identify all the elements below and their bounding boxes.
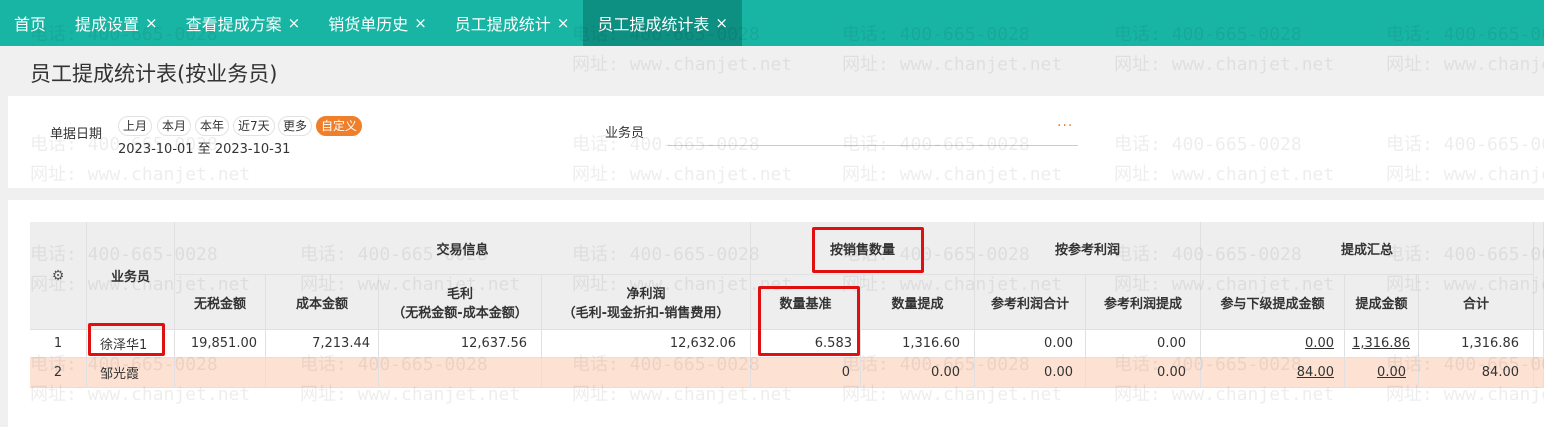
header-ref-profit-total[interactable]: 参考利润合计 bbox=[975, 275, 1086, 330]
tab-bar: 首页 提成设置 × 查看提成方案 × 销货单历史 × 员工提成统计 × 员工提成统计表 × bbox=[0, 0, 1544, 46]
watermark-site: 网址: www.chanjet.net bbox=[1386, 54, 1544, 75]
header-total[interactable]: 合计 bbox=[1419, 275, 1534, 330]
salesperson-label: 业务员 bbox=[605, 126, 645, 141]
tab-label: 销货单历史 bbox=[328, 15, 409, 34]
row-sub-commission-link[interactable]: 0.00 bbox=[1201, 330, 1345, 358]
row-commission-amount-link[interactable]: 1,316.86 bbox=[1345, 330, 1419, 358]
page-title: 员工提成统计表(按业务员) bbox=[30, 62, 278, 86]
close-icon[interactable]: × bbox=[715, 15, 728, 31]
header-untaxed-amount[interactable]: 无税金额 bbox=[175, 275, 266, 330]
header-group-row: ⚙ 业务员 交易信息 按销售数量 按参考利润 提成汇总 bbox=[30, 222, 1544, 330]
row-total: 84.00 bbox=[1419, 358, 1534, 388]
row-ref-profit-commission: 0.00 bbox=[1086, 330, 1201, 358]
header-ref-profit-commission[interactable]: 参考利润提成 bbox=[1086, 275, 1201, 330]
header-gross-profit[interactable]: 毛利 （无税金额-成本金额） bbox=[379, 275, 542, 330]
row-filler bbox=[1534, 358, 1544, 388]
table-row[interactable]: 2 邹光霞 0 0.00 0.00 0.00 84.00 0.00 84.00 bbox=[30, 358, 1544, 388]
row-gross-profit: 12,637.56 bbox=[379, 330, 542, 358]
row-ref-profit-commission: 0.00 bbox=[1086, 358, 1201, 388]
watermark-site: 网址: www.chanjet.net bbox=[1114, 54, 1335, 75]
header-group-transaction: 交易信息 bbox=[175, 222, 751, 275]
tab-label: 查看提成方案 bbox=[185, 15, 282, 34]
close-icon[interactable]: × bbox=[557, 15, 570, 31]
header-qty-commission[interactable]: 数量提成 bbox=[861, 275, 975, 330]
close-icon[interactable]: × bbox=[414, 15, 427, 31]
tab-commission-settings[interactable]: 提成设置 × bbox=[61, 0, 172, 46]
date-option-last-7-days[interactable]: 近7天 bbox=[233, 116, 275, 136]
header-sub-commission[interactable]: 参与下级提成金额 bbox=[1201, 275, 1345, 330]
header-net-profit-title: 净利润 bbox=[626, 287, 666, 302]
row-qty-base: 6.583 bbox=[751, 330, 861, 358]
header-cost-amount[interactable]: 成本金额 bbox=[266, 275, 379, 330]
header-gross-profit-title: 毛利 bbox=[446, 287, 473, 302]
tab-label: 首页 bbox=[14, 15, 47, 34]
date-option-more[interactable]: 更多 bbox=[278, 116, 313, 136]
row-untaxed-amount bbox=[175, 358, 266, 388]
row-net-profit bbox=[542, 358, 751, 388]
more-icon[interactable]: ··· bbox=[1057, 118, 1073, 134]
row-qty-commission: 0.00 bbox=[861, 358, 975, 388]
row-net-profit: 12,632.06 bbox=[542, 330, 751, 358]
row-salesperson[interactable]: 徐泽华1 bbox=[87, 330, 175, 358]
tab-label: 提成设置 bbox=[75, 15, 140, 34]
tab-label: 员工提成统计 bbox=[454, 15, 551, 34]
table-panel: ⚙ 业务员 交易信息 按销售数量 按参考利润 提成汇总 无税金额 成本金额 毛利… bbox=[8, 200, 1544, 427]
row-filler bbox=[1534, 330, 1544, 358]
header-net-profit[interactable]: 净利润 （毛利-现金折扣-销售费用） bbox=[542, 275, 751, 330]
header-net-profit-formula: （毛利-现金折扣-销售费用） bbox=[562, 306, 730, 321]
watermark-site: 网址: www.chanjet.net bbox=[842, 54, 1063, 75]
row-qty-commission: 1,316.60 bbox=[861, 330, 975, 358]
row-index: 1 bbox=[30, 330, 87, 358]
row-qty-base: 0 bbox=[751, 358, 861, 388]
row-cost-amount: 7,213.44 bbox=[266, 330, 379, 358]
header-commission-amount[interactable]: 提成金额 bbox=[1345, 275, 1419, 330]
row-ref-profit-total: 0.00 bbox=[975, 358, 1086, 388]
salesperson-input[interactable] bbox=[668, 132, 1078, 146]
date-range-value[interactable]: 2023-10-01 至 2023-10-31 bbox=[118, 138, 290, 157]
date-option-last-month[interactable]: 上月 bbox=[118, 116, 153, 136]
row-total: 1,316.86 bbox=[1419, 330, 1534, 358]
tab-sales-history[interactable]: 销货单历史 × bbox=[314, 0, 441, 46]
tab-home[interactable]: 首页 bbox=[0, 0, 61, 46]
filter-panel: 单据日期 上月 本月 本年 近7天 更多 自定义 2023-10-01 至 20… bbox=[8, 96, 1544, 188]
row-cost-amount bbox=[266, 358, 379, 388]
close-icon[interactable]: × bbox=[288, 15, 301, 31]
header-group-by-ref-profit: 按参考利润 bbox=[975, 222, 1201, 275]
row-ref-profit-total: 0.00 bbox=[975, 330, 1086, 358]
date-option-this-year[interactable]: 本年 bbox=[195, 116, 230, 136]
header-qty-base[interactable]: 数量基准 bbox=[751, 275, 861, 330]
tab-view-commission-plan[interactable]: 查看提成方案 × bbox=[172, 0, 315, 46]
watermark-site: 网址: www.chanjet.net bbox=[572, 54, 793, 75]
close-icon[interactable]: × bbox=[145, 15, 158, 31]
header-group-by-sales-qty: 按销售数量 bbox=[751, 222, 975, 275]
row-salesperson[interactable]: 邹光霞 bbox=[87, 358, 175, 388]
tab-employee-commission-stats[interactable]: 员工提成统计 × bbox=[441, 0, 584, 46]
row-gross-profit bbox=[379, 358, 542, 388]
header-group-summary: 提成汇总 bbox=[1201, 222, 1534, 275]
row-index: 2 bbox=[30, 358, 87, 388]
table-row[interactable]: 1 徐泽华1 19,851.00 7,213.44 12,637.56 12,6… bbox=[30, 330, 1544, 358]
tab-employee-commission-report[interactable]: 员工提成统计表 × bbox=[583, 0, 742, 46]
row-sub-commission-link[interactable]: 84.00 bbox=[1201, 358, 1345, 388]
row-untaxed-amount: 19,851.00 bbox=[175, 330, 266, 358]
date-option-custom[interactable]: 自定义 bbox=[316, 116, 363, 136]
tab-label: 员工提成统计表 bbox=[597, 15, 710, 34]
date-option-this-month[interactable]: 本月 bbox=[157, 116, 192, 136]
date-label: 单据日期 bbox=[50, 127, 103, 142]
header-gross-profit-formula: （无税金额-成本金额） bbox=[392, 306, 528, 321]
row-commission-amount-link[interactable]: 0.00 bbox=[1345, 358, 1419, 388]
header-column-row: 无税金额 成本金额 毛利 （无税金额-成本金额） 净利润 （毛利-现金折扣-销售… bbox=[30, 275, 1544, 330]
